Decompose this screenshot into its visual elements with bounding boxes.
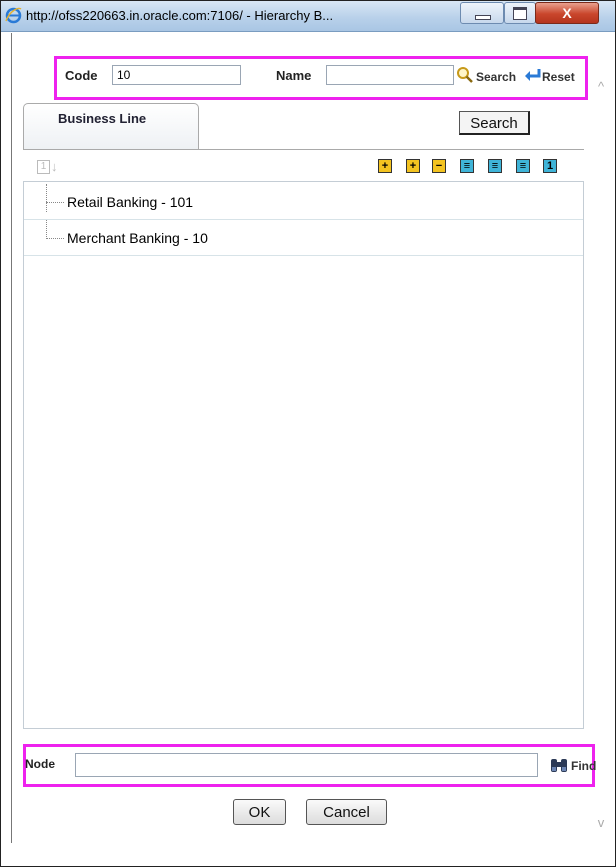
tree-node[interactable]: Merchant Banking - 10 — [24, 220, 583, 256]
minimize-button[interactable] — [460, 2, 504, 24]
tree-connector — [46, 202, 64, 204]
tree-node-label: Merchant Banking - 10 — [67, 230, 208, 246]
tree-node-label: Retail Banking - 101 — [67, 194, 194, 210]
level-one-icon[interactable]: 1 — [543, 159, 557, 173]
minimize-icon — [475, 15, 491, 20]
close-button[interactable]: X — [535, 2, 599, 24]
reset-icon — [525, 69, 541, 81]
search-label: Search — [476, 70, 517, 84]
tree-connector — [46, 238, 64, 240]
expand-branch-icon[interactable]: + — [406, 159, 420, 173]
ok-button[interactable]: OK — [233, 799, 286, 825]
find-label: Find — [571, 759, 597, 773]
tree-search-button[interactable]: Search — [459, 111, 530, 135]
show-name-icon[interactable]: ≡ — [488, 159, 502, 173]
left-border — [11, 33, 12, 843]
scroll-up-icon[interactable]: ^ — [593, 79, 609, 95]
hierarchy-tree: Retail Banking - 101 Merchant Banking - … — [23, 181, 584, 729]
node-input[interactable] — [75, 753, 538, 777]
search-icon — [457, 67, 473, 83]
find-button[interactable]: Find — [550, 755, 596, 777]
expand-all-icon[interactable]: + — [378, 159, 392, 173]
tab-strip-line — [23, 149, 584, 150]
tree-node[interactable]: Retail Banking - 101 — [24, 184, 583, 220]
window-title: http://ofss220663.in.oracle.com:7106/ - … — [26, 8, 334, 23]
collapse-branch-icon[interactable]: − — [432, 159, 446, 173]
name-label: Name — [276, 68, 312, 83]
close-icon: X — [562, 5, 572, 21]
internet-explorer-icon — [5, 7, 22, 24]
tab-label: Business Line — [58, 111, 147, 126]
reset-label: Reset — [542, 70, 575, 84]
maximize-icon — [513, 7, 527, 20]
cancel-button[interactable]: Cancel — [306, 799, 387, 825]
show-both-icon[interactable]: ≡ — [516, 159, 530, 173]
tree-connector — [46, 184, 48, 212]
title-bar: http://ofss220663.in.oracle.com:7106/ - … — [1, 1, 615, 32]
code-input[interactable] — [112, 65, 241, 85]
binoculars-icon — [551, 759, 567, 772]
browser-window: http://ofss220663.in.oracle.com:7106/ - … — [0, 0, 616, 867]
show-code-icon[interactable]: ≡ — [460, 159, 474, 173]
tree-connector — [46, 220, 48, 239]
name-input[interactable] — [326, 65, 454, 85]
tab-business-line[interactable]: Business Line — [23, 103, 199, 149]
node-label: Node — [25, 757, 55, 771]
maximize-button[interactable] — [504, 2, 536, 24]
code-label: Code — [65, 68, 98, 83]
scroll-down-icon[interactable]: v — [593, 815, 609, 831]
sort-icon[interactable]: 1 ↓ — [37, 159, 59, 175]
